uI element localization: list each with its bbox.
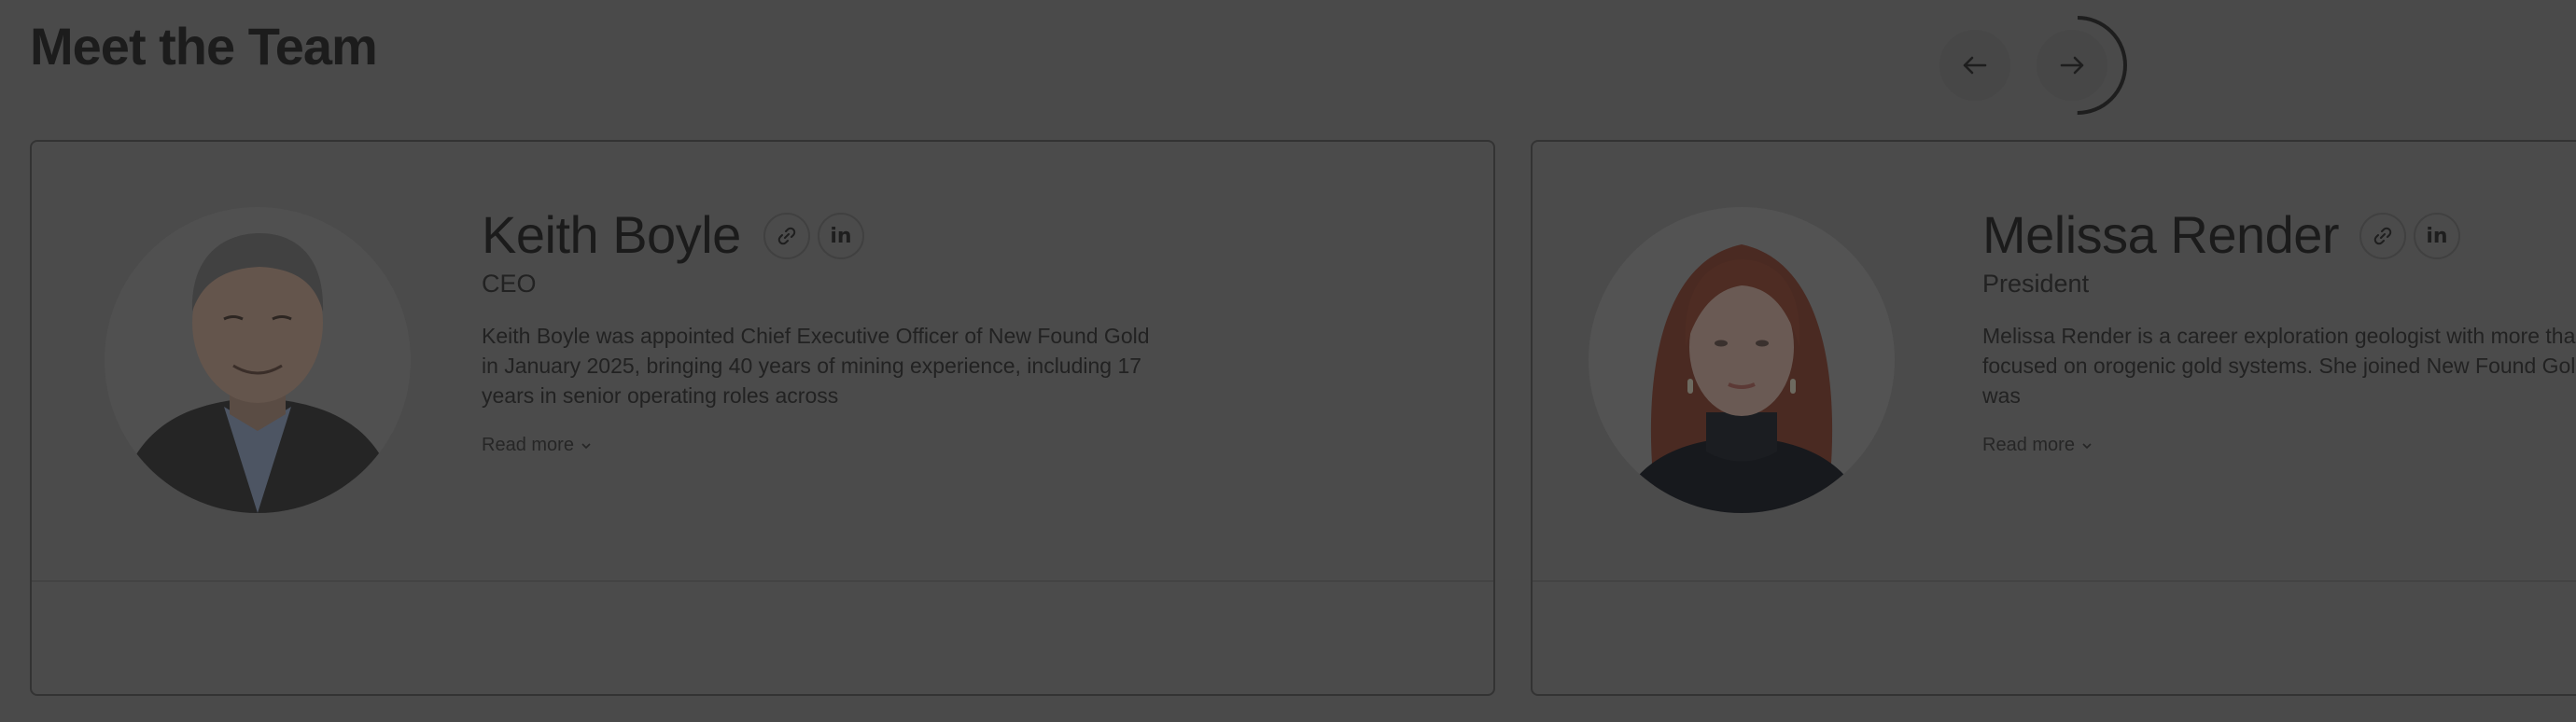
linkedin-icon: in bbox=[830, 224, 852, 248]
link-icon bbox=[2373, 227, 2392, 245]
linkedin-button[interactable]: in bbox=[2414, 213, 2460, 259]
member-bio: Melissa Render is a career exploration g… bbox=[1982, 324, 2576, 408]
team-member-card: Keith Boyle in CEO Keith Boyle was appoi… bbox=[30, 140, 1495, 696]
read-more-label: Read more bbox=[1982, 435, 2075, 455]
member-role: President bbox=[1982, 270, 2090, 298]
member-link-button[interactable] bbox=[2359, 213, 2406, 259]
carousel-prev-button[interactable] bbox=[1939, 30, 2010, 101]
card-divider bbox=[1533, 580, 2576, 582]
arrow-right-icon bbox=[2060, 56, 2084, 75]
linkedin-button[interactable]: in bbox=[818, 213, 864, 259]
arrow-left-icon bbox=[1963, 56, 1987, 75]
portrait-keith-boyle bbox=[105, 207, 411, 513]
member-name: Melissa Render bbox=[1982, 205, 2340, 264]
linkedin-icon: in bbox=[2426, 224, 2448, 248]
avatar bbox=[1589, 207, 1895, 513]
card-divider bbox=[32, 580, 1493, 582]
carousel-next-button[interactable] bbox=[2037, 30, 2107, 101]
team-member-card: Melissa Render in President Melissa Rend… bbox=[1531, 140, 2576, 696]
member-name: Keith Boyle bbox=[482, 205, 741, 264]
member-bio: Keith Boyle was appointed Chief Executiv… bbox=[482, 324, 1150, 408]
chevron-down-icon bbox=[581, 442, 591, 449]
portrait-melissa-render bbox=[1589, 207, 1895, 513]
chevron-down-icon bbox=[2082, 442, 2092, 449]
member-link-button[interactable] bbox=[763, 213, 810, 259]
read-more-link[interactable]: Read more bbox=[482, 435, 593, 456]
member-role: CEO bbox=[482, 270, 537, 298]
page-title: Meet the Team bbox=[30, 17, 378, 76]
avatar bbox=[105, 207, 411, 513]
link-icon bbox=[777, 227, 796, 245]
read-more-label: Read more bbox=[482, 435, 574, 455]
read-more-link[interactable]: Read more bbox=[1982, 435, 2093, 456]
